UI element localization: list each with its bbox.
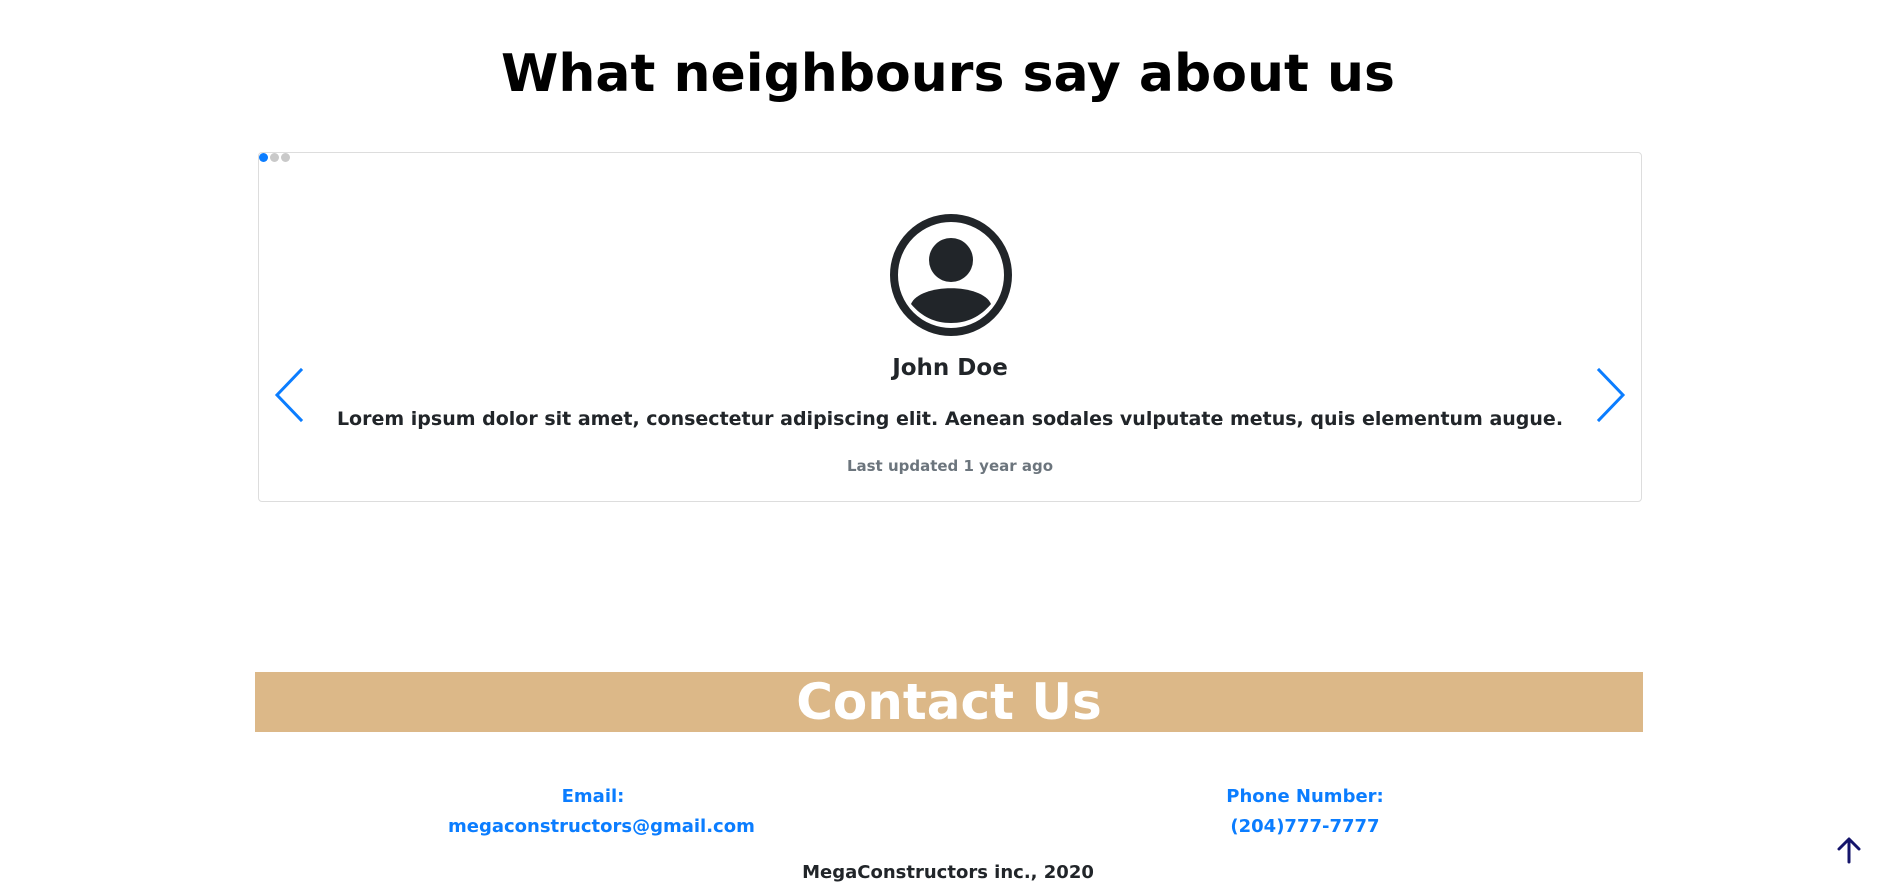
chevron-left-icon[interactable] [269, 364, 307, 426]
email-link[interactable]: megaconstructors@gmail.com [448, 816, 755, 837]
last-updated-text: Last updated 1 year ago [846, 457, 1054, 475]
chevron-right-icon[interactable] [1593, 364, 1631, 426]
page: What neighbours say about us John Doe Lo… [0, 0, 1896, 886]
arrow-up-icon[interactable] [1833, 834, 1865, 866]
email-label: Email: [561, 786, 625, 807]
carousel-indicators [259, 153, 290, 162]
carousel-indicator-2[interactable] [270, 153, 279, 162]
phone-label: Phone Number: [1226, 786, 1384, 807]
footer-copyright: MegaConstructors inc., 2020 [802, 862, 1094, 883]
email-contact: Email: megaconstructors@gmail.com [448, 782, 755, 842]
testimonial-carousel: John Doe Lorem ipsum dolor sit amet, con… [258, 152, 1642, 502]
carousel-indicator-1[interactable] [259, 153, 268, 162]
user-circle-icon [890, 214, 1012, 336]
reviewer-name: John Doe [892, 355, 1008, 381]
review-text: Lorem ipsum dolor sit amet, consectetur … [336, 408, 1564, 430]
phone-link[interactable]: (204)777-7777 [1230, 816, 1379, 837]
testimonials-title: What neighbours say about us [501, 44, 1395, 104]
contact-banner: Contact Us [255, 672, 1643, 732]
carousel-indicator-3[interactable] [281, 153, 290, 162]
contact-title: Contact Us [796, 673, 1102, 731]
phone-contact: Phone Number: (204)777-7777 [1205, 782, 1405, 842]
